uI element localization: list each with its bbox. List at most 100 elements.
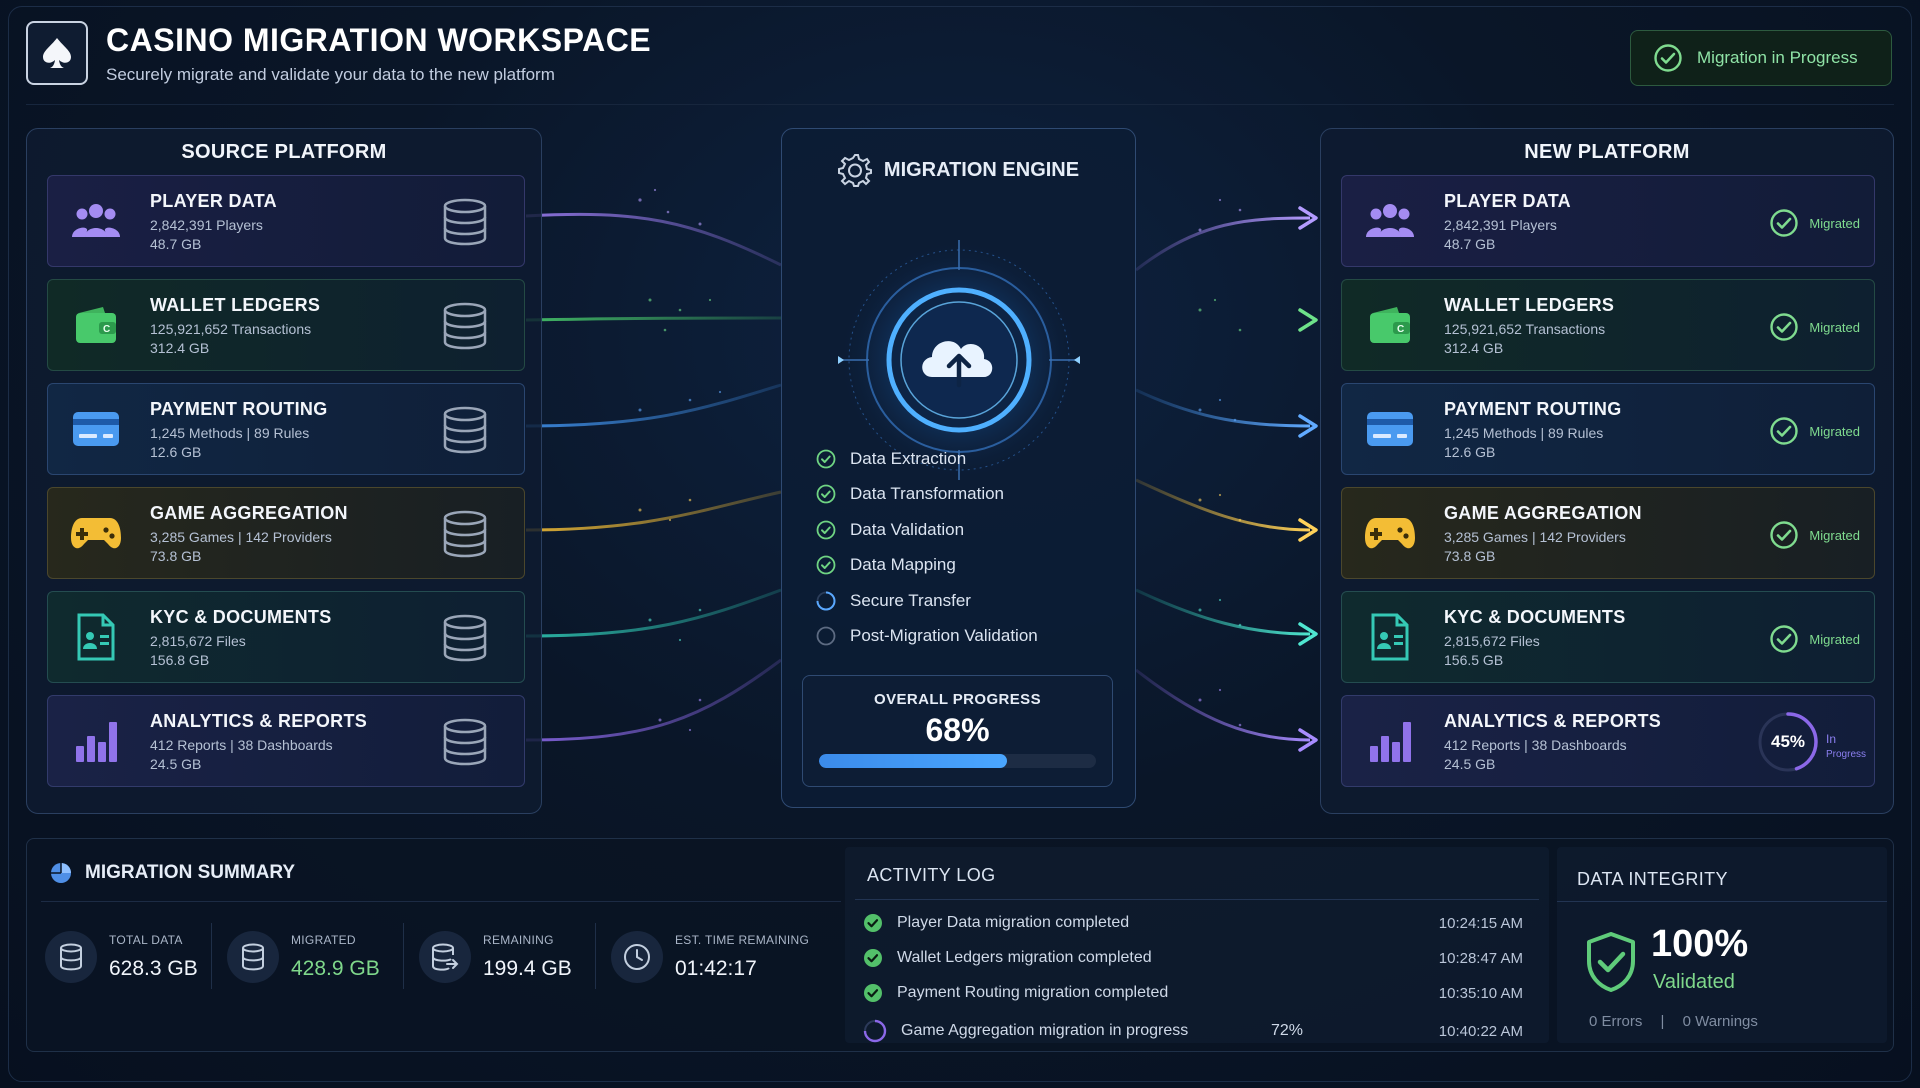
card-size: 312.4 GB [150,339,210,356]
source-card-player-data[interactable]: PLAYER DATA 2,842,391 Players 48.7 GB [47,175,525,267]
check-circle-icon [816,484,836,504]
database-icon [45,931,97,983]
source-card-wallet-ledgers[interactable]: C WALLET LEDGERS 125,921,652 Transaction… [47,279,525,371]
stat-est-time: EST. TIME REMAINING 01:42:17 [611,931,809,983]
check-circle-icon [1654,44,1682,72]
database-icon [443,718,487,766]
card-size: 24.5 GB [1444,755,1496,772]
migrated-label: Migrated [1809,319,1860,335]
check-circle-icon [1770,625,1799,653]
target-card-analytics-reports[interactable]: ANALYTICS & REPORTS 412 Reports | 38 Das… [1341,695,1875,787]
migrated-label: Migrated [1809,631,1860,647]
target-card-game-aggregation[interactable]: GAME AGGREGATION 3,285 Games | 142 Provi… [1341,487,1875,579]
stat-divider [595,923,596,989]
overall-progress-bar [819,754,1096,768]
card-size: 12.6 GB [150,443,202,460]
card-detail: 3,285 Games | 142 Providers [150,528,332,545]
data-integrity-title: DATA INTEGRITY [1577,869,1728,889]
pie-chart-icon [51,863,71,883]
overall-progress-box: OVERALL PROGRESS 68% [802,675,1113,787]
engine-title: MIGRATION ENGINE [883,158,1080,181]
migrated-label: Migrated [1809,215,1860,231]
card-detail: 125,921,652 Transactions [150,320,312,337]
check-circle-icon [1770,313,1799,341]
id-document-icon [1362,609,1418,665]
database-icon [443,614,487,662]
activity-text: Player Data migration completed [897,914,1130,931]
card-detail: 2,842,391 Players [1444,216,1557,233]
source-card-kyc-documents[interactable]: KYC & DOCUMENTS 2,815,672 Files 156.8 GB [47,591,525,683]
stat-label: EST. TIME REMAINING [675,933,810,947]
migrated-badge: Migrated [1769,520,1860,550]
bottom-section: MIGRATION SUMMARY TOTAL DATA 628.3 GB MI… [26,838,1894,1052]
check-circle-icon [816,555,836,575]
stat-divider [211,923,212,989]
card-title: KYC & DOCUMENTS [150,606,332,627]
source-card-game-aggregation[interactable]: GAME AGGREGATION 3,285 Games | 142 Provi… [47,487,525,579]
stat-value: 628.3 GB [109,957,198,980]
migrated-label: Migrated [1809,527,1860,543]
card-title: KYC & DOCUMENTS [1444,606,1626,627]
target-card-payment-routing[interactable]: PAYMENT ROUTING 1,245 Methods | 89 Rules… [1341,383,1875,475]
stat-value: 199.4 GB [483,957,572,980]
card-size: 48.7 GB [1444,235,1496,252]
database-arrow-icon [419,931,471,983]
step-label: Data Validation [850,519,965,539]
stat-divider [403,923,404,989]
activity-row[interactable]: Wallet Ledgers migration completed 10:28… [863,944,1523,972]
activity-row[interactable]: Game Aggregation migration in progress 7… [863,1017,1523,1045]
database-icon [443,406,487,454]
svg-text:C: C [1397,324,1404,335]
card-title: WALLET LEDGERS [150,294,321,315]
card-detail: 412 Reports | 38 Dashboards [150,736,333,753]
migrated-badge: Migrated [1769,312,1860,342]
activity-row[interactable]: Player Data migration completed 10:24:15… [863,909,1523,937]
step-label: Data Mapping [850,555,956,575]
integrity-value: 100% [1651,923,1749,965]
target-card-wallet-ledgers[interactable]: C WALLET LEDGERS 125,921,652 Transaction… [1341,279,1875,371]
target-card-kyc-documents[interactable]: KYC & DOCUMENTS 2,815,672 Files 156.5 GB… [1341,591,1875,683]
empty-circle-icon [816,626,836,646]
card-size: 48.7 GB [150,235,202,252]
source-card-analytics-reports[interactable]: ANALYTICS & REPORTS 412 Reports | 38 Das… [47,695,525,787]
step-data-mapping: Data Mapping [816,548,1038,584]
spade-logo-icon [26,21,88,85]
check-filled-icon [864,949,882,967]
credit-card-icon [68,401,124,457]
activity-row[interactable]: Payment Routing migration completed 10:3… [863,979,1523,1007]
integrity-status: Validated [1653,971,1735,993]
shield-check-icon [1587,932,1635,992]
card-title: PAYMENT ROUTING [1444,398,1622,419]
target-panel-title: NEW PLATFORM [1524,141,1690,163]
source-card-payment-routing[interactable]: PAYMENT ROUTING 1,245 Methods | 89 Rules… [47,383,525,475]
stat-total-data: TOTAL DATA 628.3 GB [45,931,198,983]
gamepad-icon [68,505,124,561]
check-circle-icon [1770,521,1799,549]
svg-text:C: C [103,324,110,335]
spinner-icon [816,591,836,611]
step-label: Post-Migration Validation [850,626,1038,646]
card-detail: 1,245 Methods | 89 Rules [150,424,310,441]
database-icon [443,302,487,350]
migration-status-badge[interactable]: Migration in Progress [1630,30,1892,86]
wallet-icon: C [1362,297,1418,353]
summary-divider [41,901,841,902]
activity-text: Game Aggregation migration in progress [901,1022,1189,1039]
stat-value: 01:42:17 [675,957,757,980]
integrity-divider [1557,901,1887,902]
activity-text: Wallet Ledgers migration completed [897,949,1152,966]
target-card-player-data[interactable]: PLAYER DATA 2,842,391 Players 48.7 GB Mi… [1341,175,1875,267]
migrated-label: Migrated [1809,423,1860,439]
in-progress-word2: Progress [1825,749,1866,760]
data-integrity-panel: DATA INTEGRITY 100% Validated 0 Errors |… [1557,847,1887,1043]
gear-icon [837,154,872,187]
errors-count: 0 Errors [1589,1013,1643,1030]
page-title: CASINO MIGRATION WORKSPACE [106,21,652,58]
card-title: GAME AGGREGATION [1444,502,1642,523]
card-size: 156.8 GB [150,651,210,668]
card-title: PAYMENT ROUTING [150,398,328,419]
card-title: ANALYTICS & REPORTS [150,710,368,731]
bar-chart-icon [68,713,124,769]
stat-remaining: REMAINING 199.4 GB [419,931,572,983]
activity-percent: 72% [1271,1022,1304,1039]
